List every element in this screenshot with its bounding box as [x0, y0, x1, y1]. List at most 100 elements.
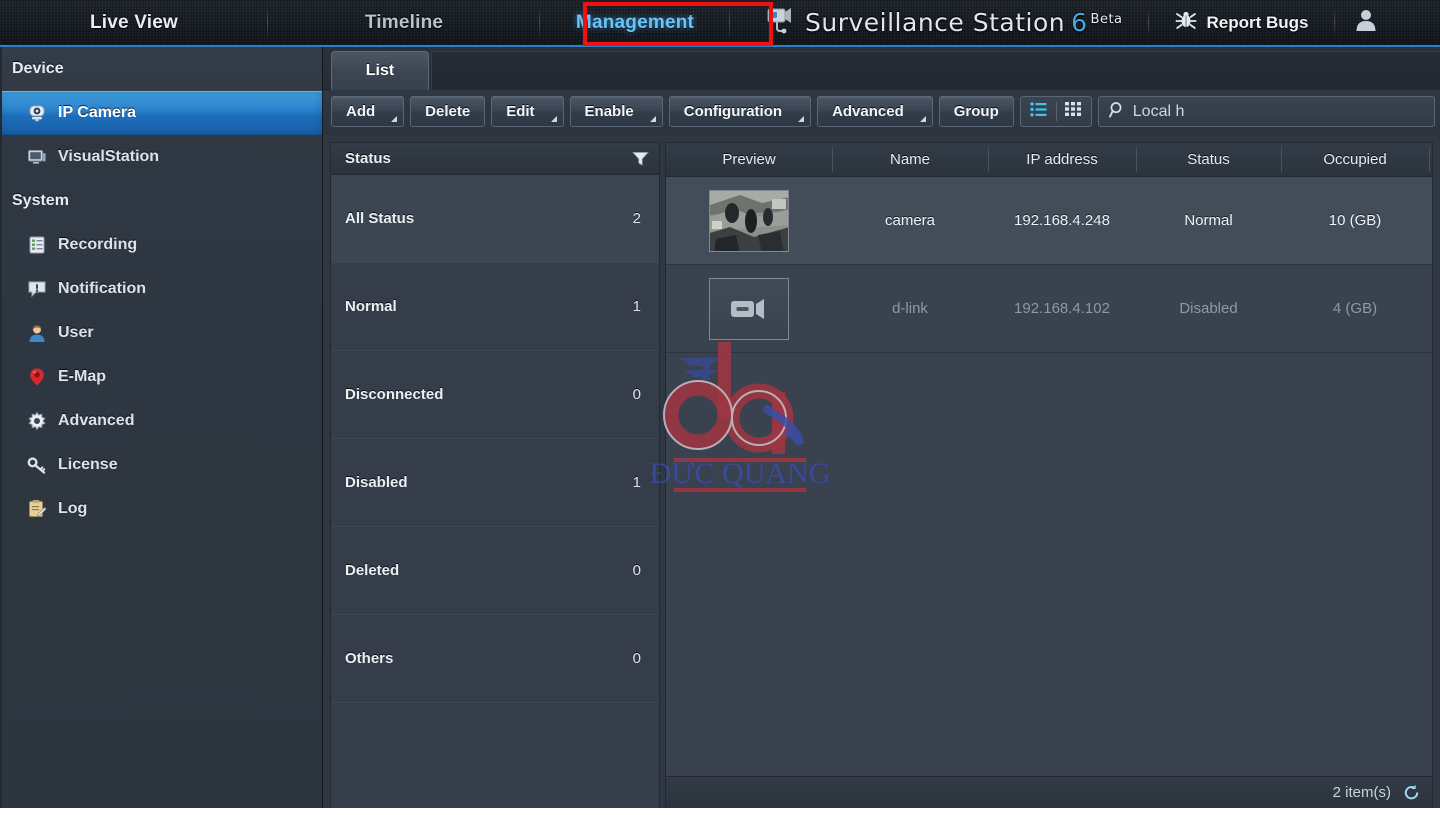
table-row[interactable]: d-link 192.168.4.102 Disabled 4 (GB): [666, 265, 1432, 353]
group-button[interactable]: Group: [938, 96, 1014, 127]
table-empty-area: [666, 353, 1432, 776]
delete-button[interactable]: Delete: [410, 96, 486, 127]
sidebar-item-ip-camera[interactable]: IP Camera: [0, 91, 322, 135]
gear-icon: [26, 410, 48, 432]
sidebar-group-system: System: [12, 192, 69, 209]
status-row-all-status-count: 2: [632, 210, 641, 227]
toolbar: Add Delete Edit Enable Configuration Adv…: [323, 90, 1440, 135]
ip-camera-icon: [26, 102, 48, 124]
status-row-deleted-label: Deleted: [345, 562, 400, 579]
app-title: Surveillance Station 6 Beta: [805, 8, 1123, 37]
column-header-ip-address[interactable]: IP address: [988, 143, 1136, 176]
table-row[interactable]: camera 192.168.4.248 Normal 10 (GB): [666, 177, 1432, 265]
edit-button[interactable]: Edit: [491, 96, 564, 127]
sidebar-item-visualstation[interactable]: VisualStation: [0, 135, 322, 179]
column-header-name[interactable]: Name: [832, 143, 988, 176]
status-row-disconnected[interactable]: Disconnected 0: [331, 351, 659, 439]
sidebar-item-advanced-label: Advanced: [58, 412, 135, 429]
column-header-preview[interactable]: Preview: [666, 143, 832, 176]
notification-icon: [26, 278, 48, 300]
cell-preview[interactable]: [666, 189, 832, 252]
sidebar-item-visualstation-label: VisualStation: [58, 148, 160, 165]
chevron-down-icon: [391, 116, 398, 122]
add-button-label: Add: [346, 103, 376, 120]
nav-tab-management[interactable]: Management: [540, 0, 730, 45]
camera-offline-placeholder: [709, 277, 789, 340]
sidebar-item-recording[interactable]: Recording: [0, 223, 322, 267]
content-area: Status All Status 2 Normal 1 Disconnecte…: [323, 135, 1440, 809]
tab-list[interactable]: List: [331, 51, 429, 90]
cell-ip-address: 192.168.4.248: [1014, 212, 1110, 229]
top-navigation-bar: Live View Timeline Management Surveillan…: [0, 0, 1440, 47]
list-view-button[interactable]: [1021, 97, 1056, 126]
funnel-filter-icon[interactable]: [632, 151, 649, 167]
status-row-disabled-count: 1: [632, 474, 641, 491]
user-account-button[interactable]: [1335, 0, 1397, 45]
sidebar-item-user[interactable]: User: [0, 311, 322, 355]
function-tab-strip-filler: [431, 51, 1440, 90]
search-input[interactable]: Local h: [1097, 96, 1435, 127]
camera-snapshot-thumbnail: [709, 189, 789, 252]
nav-tab-timeline-label: Timeline: [364, 11, 444, 33]
sidebar-right-edge: [0, 47, 2, 808]
log-clipboard-icon: [26, 498, 48, 520]
edit-button-label: Edit: [506, 103, 535, 120]
cell-status: Disabled: [1179, 300, 1238, 317]
recording-icon: [26, 234, 48, 256]
cell-preview[interactable]: [666, 277, 832, 340]
sidebar-item-emap[interactable]: E-Map: [0, 355, 322, 399]
report-bugs-label: Report Bugs: [1206, 12, 1309, 32]
sidebar-item-advanced[interactable]: Advanced: [0, 399, 322, 443]
column-header-filler: [1429, 143, 1432, 176]
configuration-button[interactable]: Configuration: [668, 96, 812, 127]
status-row-others-label: Others: [345, 650, 394, 667]
cell-occupied: 4 (GB): [1332, 300, 1378, 317]
tab-list-label: List: [365, 62, 395, 79]
column-header-occupied[interactable]: Occupied: [1281, 143, 1429, 176]
status-panel-title: Status: [345, 150, 391, 167]
status-row-all-status-label: All Status: [345, 210, 415, 227]
status-row-deleted-count: 0: [632, 562, 641, 579]
sidebar-item-user-label: User: [58, 324, 94, 341]
function-tab-strip: List: [323, 47, 1440, 90]
chevron-down-icon: [919, 116, 926, 122]
grid-view-button[interactable]: [1055, 97, 1091, 126]
status-row-disabled[interactable]: Disabled 1: [331, 439, 659, 527]
status-row-all-status[interactable]: All Status 2: [331, 175, 659, 263]
advanced-button-label: Advanced: [832, 103, 904, 120]
status-row-others-count: 0: [632, 650, 641, 667]
report-bugs-button[interactable]: Report Bugs: [1149, 0, 1335, 45]
search-icon: [1108, 101, 1126, 123]
status-row-normal[interactable]: Normal 1: [331, 263, 659, 351]
status-row-disconnected-label: Disconnected: [345, 386, 444, 403]
camera-table-header: Preview Name IP address Status Occupied: [666, 143, 1432, 177]
column-header-status[interactable]: Status: [1136, 143, 1281, 176]
enable-button[interactable]: Enable: [569, 96, 663, 127]
refresh-icon[interactable]: [1403, 784, 1420, 801]
delete-button-label: Delete: [425, 103, 471, 120]
nav-tab-timeline[interactable]: Timeline: [268, 0, 540, 45]
sidebar-item-notification[interactable]: Notification: [0, 267, 322, 311]
emap-pin-icon: [26, 366, 48, 388]
key-icon: [26, 454, 48, 476]
sidebar-item-notification-label: Notification: [58, 280, 146, 297]
status-row-others[interactable]: Others 0: [331, 615, 659, 703]
status-row-normal-count: 1: [632, 298, 641, 315]
sidebar-group-device: Device: [12, 60, 64, 77]
status-row-normal-label: Normal: [345, 298, 397, 315]
app-title-version: 6: [1071, 8, 1088, 37]
add-button[interactable]: Add: [331, 96, 405, 127]
cell-name: d-link: [892, 300, 928, 317]
user-icon: [26, 322, 48, 344]
view-toggle-group: [1019, 96, 1092, 127]
camera-icon: [764, 6, 794, 39]
main-panel: List Add Delete Edit Enable Configuratio…: [323, 47, 1440, 809]
sidebar-item-log[interactable]: Log: [0, 487, 322, 531]
sidebar-item-license[interactable]: License: [0, 443, 322, 487]
status-row-deleted[interactable]: Deleted 0: [331, 527, 659, 615]
sidebar-item-ip-camera-label: IP Camera: [58, 104, 136, 121]
advanced-button[interactable]: Advanced: [817, 96, 933, 127]
sidebar-item-license-label: License: [58, 456, 118, 473]
nav-tab-live-view[interactable]: Live View: [0, 0, 268, 45]
item-count-label: 2 item(s): [1332, 784, 1391, 801]
